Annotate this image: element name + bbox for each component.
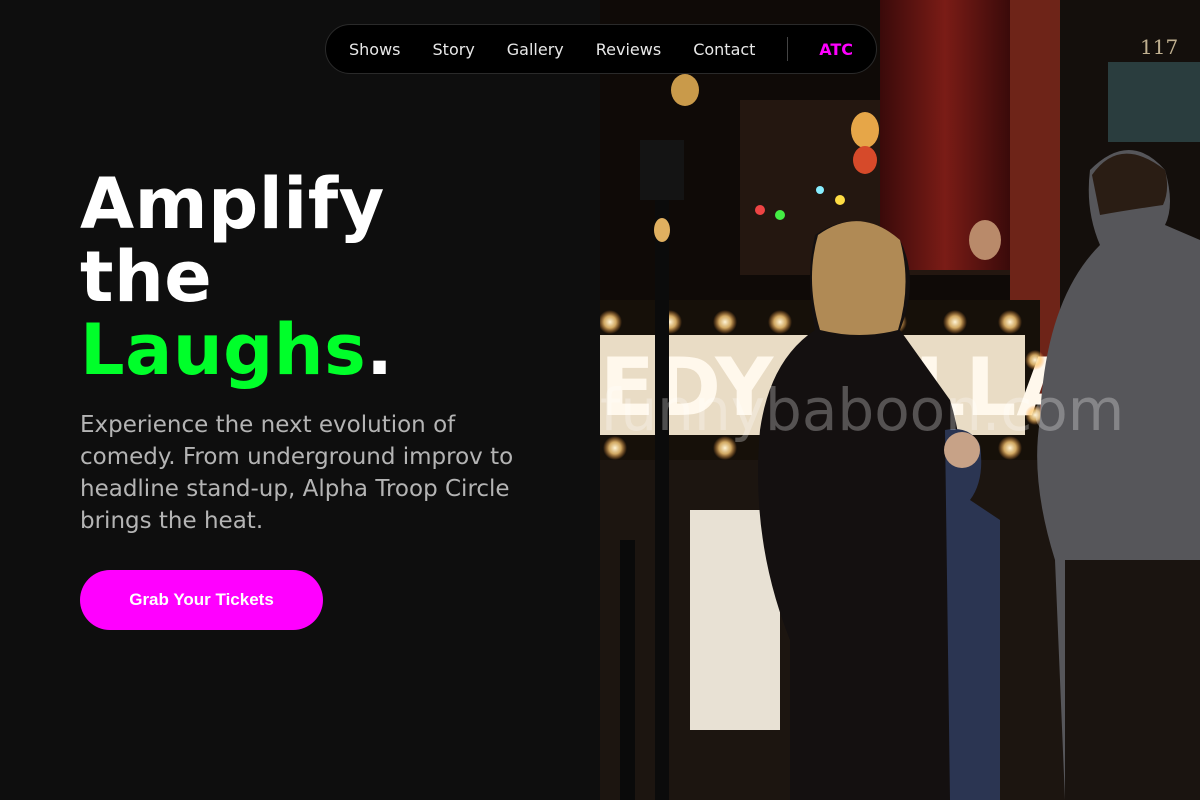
- hero-left-panel: Amplify the Laughs. Experience the next …: [0, 0, 600, 800]
- nav-link-gallery[interactable]: Gallery: [507, 40, 564, 59]
- hero-description: Experience the next evolution of comedy.…: [80, 412, 514, 534]
- hero-title: Amplify the Laughs.: [80, 168, 393, 387]
- brand-logo[interactable]: ATC: [819, 40, 853, 59]
- nav-link-shows[interactable]: Shows: [349, 40, 401, 59]
- grab-tickets-button[interactable]: Grab Your Tickets: [80, 570, 323, 630]
- nav-divider: [787, 37, 789, 61]
- nav-link-reviews[interactable]: Reviews: [596, 40, 661, 59]
- nav-link-contact[interactable]: Contact: [693, 40, 755, 59]
- address-number: 117: [1140, 35, 1178, 59]
- hero-title-line1: Amplify: [80, 163, 385, 245]
- hero-title-line2: the: [80, 236, 213, 318]
- nav-link-story[interactable]: Story: [433, 40, 475, 59]
- comedy-club-entrance-image: 117 EDY CELLAR funnybaboon.com: [600, 0, 1200, 800]
- hero-title-accent: Laughs: [80, 309, 367, 391]
- watermark-text: funnybaboon.com: [600, 376, 1124, 444]
- hero-photo: 117 EDY CELLAR funnybaboon.com: [600, 0, 1200, 800]
- hero-title-period: .: [366, 309, 394, 391]
- main-nav: Shows Story Gallery Reviews Contact ATC: [325, 24, 877, 74]
